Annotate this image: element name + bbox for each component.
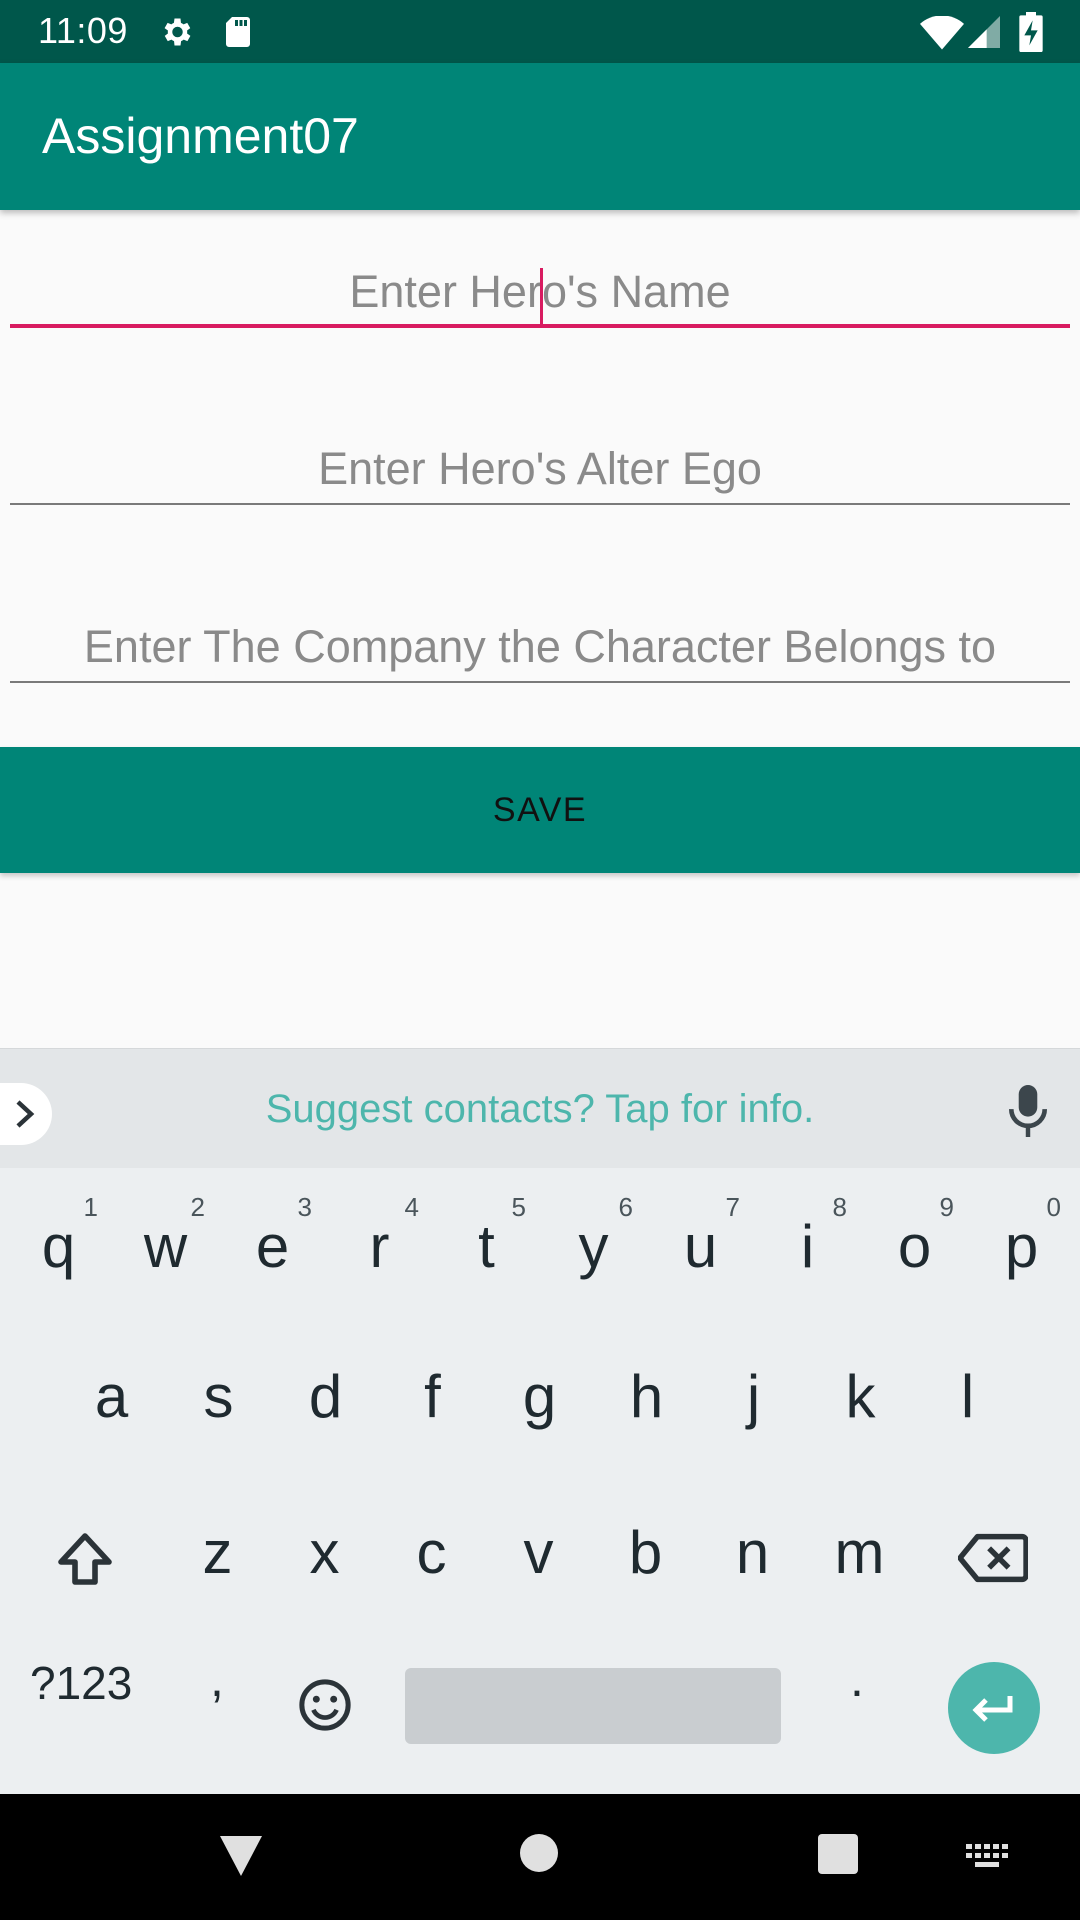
keyboard-switch-icon[interactable]	[966, 1844, 1010, 1870]
key-label: z	[202, 1519, 233, 1586]
text-cursor	[540, 268, 543, 328]
hero-alter-ego-placeholder: Enter Hero's Alter Ego	[318, 443, 762, 494]
hero-name-underline	[10, 324, 1070, 328]
key-label: s	[203, 1363, 234, 1430]
comma-key[interactable]: ,	[210, 1650, 224, 1708]
key-label: f	[424, 1363, 441, 1430]
space-bar[interactable]	[405, 1668, 781, 1744]
key-label: g	[522, 1363, 557, 1430]
app-bar: Assignment07	[0, 63, 1080, 210]
key-g[interactable]: g	[486, 1332, 593, 1462]
save-button[interactable]: SAVE	[0, 747, 1080, 873]
key-b[interactable]: b	[592, 1488, 699, 1618]
app-title: Assignment07	[42, 108, 359, 164]
key-k[interactable]: k	[807, 1332, 914, 1462]
key-j[interactable]: j	[700, 1332, 807, 1462]
key-label: j	[746, 1363, 761, 1430]
hero-alter-ego-underline	[10, 503, 1070, 505]
key-n[interactable]: n	[699, 1488, 806, 1618]
cell-signal-icon	[968, 16, 1000, 48]
key-label: b	[628, 1519, 663, 1586]
enter-key[interactable]	[948, 1662, 1040, 1754]
battery-charging-icon	[1019, 12, 1043, 52]
hero-alter-ego-input[interactable]: Enter Hero's Alter Ego	[10, 425, 1070, 505]
nav-back-icon[interactable]	[218, 1834, 264, 1878]
key-label: w	[143, 1213, 188, 1280]
hero-company-underline	[10, 681, 1070, 683]
key-hint: 4	[404, 1192, 419, 1222]
key-label: y	[578, 1213, 609, 1280]
key-hint: 1	[83, 1192, 98, 1222]
hero-company-input[interactable]: Enter The Company the Character Belongs …	[10, 603, 1070, 683]
key-hint: 6	[618, 1192, 633, 1222]
suggestion-strip: Suggest contacts? Tap for info.	[0, 1048, 1080, 1168]
key-q[interactable]: q1	[5, 1182, 112, 1312]
nav-recents-icon[interactable]	[818, 1834, 858, 1874]
hero-company-placeholder: Enter The Company the Character Belongs …	[83, 621, 997, 672]
key-u[interactable]: u7	[647, 1182, 754, 1312]
symbols-key[interactable]: ?123	[30, 1656, 132, 1710]
key-x[interactable]: x	[271, 1488, 378, 1618]
key-label: m	[834, 1519, 885, 1586]
key-o[interactable]: o9	[861, 1182, 968, 1312]
key-c[interactable]: c	[378, 1488, 485, 1618]
key-h[interactable]: h	[593, 1332, 700, 1462]
key-label: n	[735, 1519, 770, 1586]
key-hint: 5	[511, 1192, 526, 1222]
key-m[interactable]: m	[806, 1488, 913, 1618]
key-y[interactable]: y6	[540, 1182, 647, 1312]
key-label: d	[308, 1363, 343, 1430]
microphone-icon[interactable]	[1008, 1085, 1048, 1137]
settings-gear-icon	[164, 18, 191, 46]
nav-home-icon[interactable]	[520, 1834, 558, 1872]
key-label: c	[416, 1519, 447, 1586]
key-label: t	[478, 1213, 495, 1280]
key-r[interactable]: r4	[326, 1182, 433, 1312]
key-label: r	[369, 1213, 390, 1280]
key-label: a	[94, 1363, 129, 1430]
key-l[interactable]: l	[914, 1332, 1021, 1462]
key-label: p	[1004, 1213, 1039, 1280]
key-label: x	[309, 1519, 340, 1586]
key-hint: 2	[190, 1192, 205, 1222]
shift-key-icon[interactable]	[54, 1530, 116, 1590]
key-f[interactable]: f	[379, 1332, 486, 1462]
key-hint: 8	[832, 1192, 847, 1222]
key-p[interactable]: p0	[968, 1182, 1075, 1312]
key-hint: 3	[297, 1192, 312, 1222]
hero-name-input[interactable]: Enter Hero's Name	[10, 248, 1070, 328]
emoji-key-icon[interactable]	[298, 1678, 352, 1732]
key-label: e	[255, 1213, 290, 1280]
key-label: v	[523, 1519, 554, 1586]
backspace-key-icon[interactable]	[958, 1532, 1028, 1584]
enter-arrow-icon	[972, 1696, 1013, 1722]
key-label: l	[960, 1363, 975, 1430]
key-z[interactable]: z	[164, 1488, 271, 1618]
status-time: 11:09	[38, 10, 128, 51]
status-bar: 11:09	[0, 0, 1080, 63]
key-label: i	[800, 1213, 815, 1280]
key-label: h	[629, 1363, 664, 1430]
key-s[interactable]: s	[165, 1332, 272, 1462]
key-i[interactable]: i8	[754, 1182, 861, 1312]
key-t[interactable]: t5	[433, 1182, 540, 1312]
key-hint: 0	[1046, 1192, 1061, 1222]
navigation-bar	[0, 1794, 1080, 1920]
key-e[interactable]: e3	[219, 1182, 326, 1312]
key-hint: 9	[939, 1192, 954, 1222]
key-label: u	[683, 1213, 718, 1280]
key-label: k	[845, 1363, 876, 1430]
sd-card-icon	[226, 17, 250, 47]
key-label: q	[41, 1213, 76, 1280]
period-key[interactable]: .	[850, 1650, 864, 1708]
key-a[interactable]: a	[58, 1332, 165, 1462]
key-label: o	[897, 1213, 932, 1280]
wifi-icon	[920, 16, 964, 50]
key-hint: 7	[725, 1192, 740, 1222]
key-v[interactable]: v	[485, 1488, 592, 1618]
key-d[interactable]: d	[272, 1332, 379, 1462]
contact-suggestion-text[interactable]: Suggest contacts? Tap for info.	[0, 1087, 1080, 1132]
key-w[interactable]: w2	[112, 1182, 219, 1312]
